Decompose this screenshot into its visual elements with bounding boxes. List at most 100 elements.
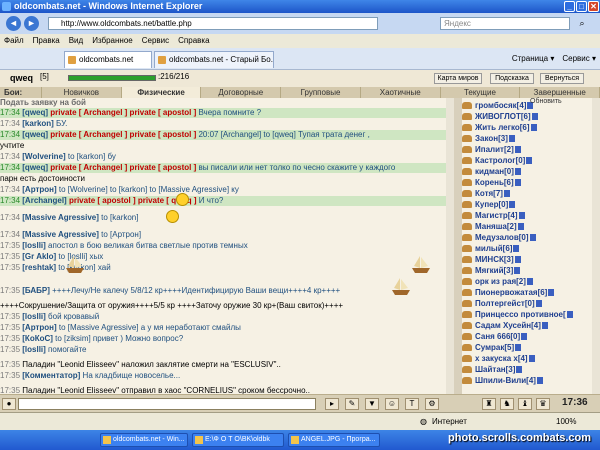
info-icon[interactable] bbox=[526, 278, 533, 286]
action-icon-3[interactable]: ♝ bbox=[518, 398, 532, 410]
info-icon[interactable] bbox=[517, 223, 524, 231]
tab-group[interactable]: Групповые bbox=[281, 87, 361, 98]
info-icon[interactable] bbox=[521, 333, 528, 341]
player-name[interactable]: орк из рая[2] bbox=[475, 276, 533, 287]
chat-nick[interactable]: [qweq] bbox=[22, 108, 48, 117]
player-name[interactable]: Шайтан[3] bbox=[475, 364, 523, 375]
player-name[interactable]: Полтергейст[0] bbox=[475, 298, 542, 309]
player-item[interactable]: Закон[3] bbox=[462, 133, 592, 144]
tab-physical[interactable]: Физические bbox=[121, 87, 202, 98]
player-name[interactable]: Мягкий[3] bbox=[475, 265, 521, 276]
player-item[interactable]: Полтергейст[0] bbox=[462, 298, 592, 309]
info-icon[interactable] bbox=[529, 234, 536, 242]
player-item[interactable]: орк из рая[2] bbox=[462, 276, 592, 287]
player-item[interactable]: Пионервожатая[6] bbox=[462, 287, 592, 298]
tab-chaotic[interactable]: Хаотичные bbox=[361, 87, 441, 98]
info-icon[interactable] bbox=[536, 377, 543, 385]
action-icon-2[interactable]: ♞ bbox=[500, 398, 514, 410]
player-name[interactable]: ЖИВОГЛОТ[6] bbox=[475, 111, 538, 122]
tab-oldcombats[interactable]: oldcombats.net bbox=[64, 51, 152, 68]
player-name[interactable]: Шпили-Вили[4] bbox=[475, 375, 543, 386]
info-icon[interactable] bbox=[526, 157, 533, 165]
player-name[interactable]: громбосяк[4] bbox=[475, 100, 534, 111]
chat-private-tag[interactable]: private [ Archangel ] private [ apostol … bbox=[50, 130, 196, 139]
page-menu-button[interactable]: Страница ▾ bbox=[512, 52, 555, 66]
player-item[interactable]: Мягкий[3] bbox=[462, 265, 592, 276]
player-item[interactable]: Шайтан[3] bbox=[462, 364, 592, 375]
chat-nick[interactable]: [Archangel] bbox=[22, 196, 66, 205]
info-icon[interactable] bbox=[541, 322, 548, 330]
return-button[interactable]: Вернуться bbox=[540, 73, 584, 84]
info-icon[interactable] bbox=[514, 168, 521, 176]
tab-current[interactable]: Текущие bbox=[441, 87, 521, 98]
info-icon[interactable] bbox=[518, 212, 525, 220]
player-item[interactable]: Принцессо противное[ bbox=[462, 309, 592, 320]
player-name[interactable]: Кастролог[0] bbox=[475, 155, 533, 166]
player-item[interactable]: МИНСК[3] bbox=[462, 254, 592, 265]
menu-view[interactable]: Вид bbox=[69, 34, 83, 48]
search-input[interactable]: Яндекс bbox=[440, 17, 570, 30]
player-name[interactable]: Сумрак[5] bbox=[475, 342, 522, 353]
chat-nick[interactable]: [Wolverine] bbox=[22, 152, 65, 161]
player-item[interactable]: милый[6] bbox=[462, 243, 592, 254]
player-item[interactable]: Магистр[4] bbox=[462, 210, 592, 221]
action-icon-1[interactable]: ♜ bbox=[482, 398, 496, 410]
chat-mode-icon[interactable]: ● bbox=[2, 398, 16, 410]
chat-nick[interactable]: [Gr Aklo] bbox=[22, 252, 56, 261]
chat-nick[interactable]: [Massive Agressive] bbox=[22, 213, 99, 222]
player-item[interactable]: Садам Хусейн[4] bbox=[462, 320, 592, 331]
player-name[interactable]: Маняша[2] bbox=[475, 221, 524, 232]
world-map-button[interactable]: Карта миров bbox=[434, 73, 482, 84]
player-item[interactable]: Маняша[2] bbox=[462, 221, 592, 232]
menu-tools[interactable]: Сервис bbox=[142, 34, 169, 48]
chat-nick[interactable]: [qweq] bbox=[22, 163, 48, 172]
player-name[interactable]: Магистр[4] bbox=[475, 210, 525, 221]
tab-novice[interactable]: Новичков bbox=[42, 87, 122, 98]
refresh-link[interactable]: Обновить bbox=[530, 98, 562, 105]
info-icon[interactable] bbox=[514, 256, 521, 264]
settings-icon[interactable]: ⚙ bbox=[425, 398, 439, 410]
info-icon[interactable] bbox=[513, 245, 520, 253]
action-icon-4[interactable]: ♛ bbox=[536, 398, 550, 410]
player-name[interactable]: Принцессо противное[ bbox=[475, 309, 573, 320]
maximize-button[interactable]: □ bbox=[576, 1, 587, 12]
character-name[interactable]: qweq bbox=[10, 73, 33, 83]
player-item[interactable]: громбосяк[4] bbox=[462, 100, 592, 111]
chat-nick[interactable]: [reshtak] bbox=[22, 263, 56, 272]
clear-icon[interactable]: ✎ bbox=[345, 398, 359, 410]
send-button[interactable]: ▸ bbox=[325, 398, 339, 410]
chat-nick[interactable]: [loslli] bbox=[22, 241, 46, 250]
menu-favorites[interactable]: Избранное bbox=[92, 34, 133, 48]
player-name[interactable]: Пионервожатая[6] bbox=[475, 287, 555, 298]
task-ie[interactable]: oldcombats.net - Win... bbox=[100, 433, 188, 447]
info-icon[interactable] bbox=[508, 135, 515, 143]
player-item[interactable]: ЖИВОГЛОТ[6] bbox=[462, 111, 592, 122]
search-icon[interactable]: ⌕ bbox=[574, 17, 590, 30]
tab-finished[interactable]: Завершенные bbox=[520, 87, 600, 98]
chat-nick[interactable]: [qweq] bbox=[22, 130, 48, 139]
info-icon[interactable] bbox=[548, 289, 555, 297]
player-name[interactable]: Саня 666[0] bbox=[475, 331, 528, 342]
zoom-level[interactable]: 100% bbox=[556, 413, 576, 430]
info-icon[interactable] bbox=[503, 190, 510, 198]
menu-edit[interactable]: Правка bbox=[33, 34, 60, 48]
forward-button[interactable]: ► bbox=[24, 16, 39, 31]
player-item[interactable]: кидман[0] bbox=[462, 166, 592, 177]
filter-icon[interactable]: ▼ bbox=[365, 398, 379, 410]
tab-contract[interactable]: Договорные bbox=[201, 87, 282, 98]
player-item[interactable]: Кастролог[0] bbox=[462, 155, 592, 166]
minimize-button[interactable]: _ bbox=[564, 1, 575, 12]
player-name[interactable]: Медузалов[0] bbox=[475, 232, 536, 243]
player-name[interactable]: Жить легко[6] bbox=[475, 122, 537, 133]
info-icon[interactable] bbox=[509, 201, 516, 209]
player-name[interactable]: МИНСК[3] bbox=[475, 254, 521, 265]
info-icon[interactable] bbox=[535, 300, 542, 308]
player-item[interactable]: Жить легко[6] bbox=[462, 122, 592, 133]
player-name[interactable]: милый[6] bbox=[475, 243, 520, 254]
player-item[interactable]: х закуска х[4] bbox=[462, 353, 592, 364]
apply-battle-link[interactable]: Подать заявку на бой bbox=[0, 98, 446, 108]
player-name[interactable]: Корень[6] bbox=[475, 177, 521, 188]
translit-icon[interactable]: T bbox=[405, 398, 419, 410]
close-button[interactable]: ✕ bbox=[588, 1, 599, 12]
window-title-bar[interactable]: oldcombats.net - Windows Internet Explor… bbox=[0, 0, 600, 13]
